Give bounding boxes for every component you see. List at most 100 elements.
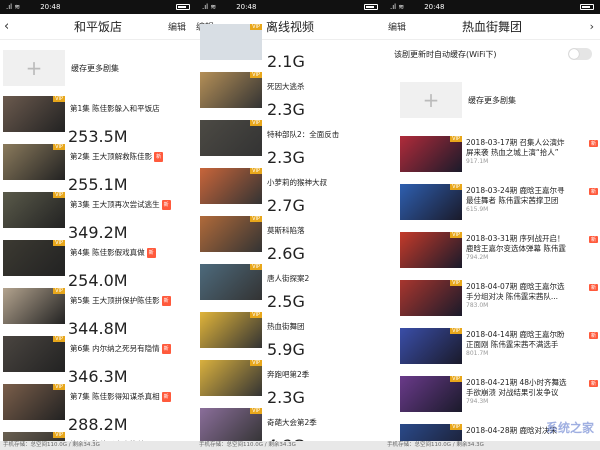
episode-title: 第2集 王大顶解救陈佳影新 bbox=[70, 152, 194, 162]
status-bar: .ıl ≋ 20:48 bbox=[0, 0, 196, 14]
video-thumbnail: VIP bbox=[200, 264, 262, 300]
episode-size: 783.0M bbox=[466, 302, 489, 309]
video-size: 2.1G bbox=[267, 52, 305, 71]
episode-title: 第5集 王大顶拼保护陈佳影新 bbox=[70, 296, 194, 306]
vip-badge: VIP bbox=[450, 232, 462, 238]
episode-title: 第6集 内尔纳之死另有隐情新 bbox=[70, 344, 194, 354]
video-thumbnail: VIP bbox=[200, 72, 262, 108]
status-time: 20:48 bbox=[40, 3, 61, 11]
storage-info: 手机存储：总空间110.0G / 剩余34.3G bbox=[196, 441, 384, 450]
video-size: 2.3G bbox=[267, 148, 305, 167]
video-thumbnail: VIP bbox=[200, 216, 262, 252]
video-size: 5.9G bbox=[267, 340, 305, 359]
new-badge: 新 bbox=[161, 296, 171, 306]
video-thumbnail: VIP bbox=[200, 24, 262, 60]
video-size: 2.6G bbox=[267, 244, 305, 263]
vip-badge: VIP bbox=[53, 144, 65, 150]
app-bar: ‹ 和平饭店 编辑 bbox=[0, 14, 196, 40]
vip-badge: VIP bbox=[450, 280, 462, 286]
cache-more-label: 缓存更多剧集 bbox=[468, 95, 516, 105]
list-item[interactable]: VIP 新 2018-03-31期 序列战开启！ 鹿晗王嘉尔变选体弹幕 陈伟霆 794.… bbox=[400, 232, 598, 276]
storage-info: 手机存储：总空间110.0G / 剩余34.3G bbox=[0, 441, 196, 450]
episode-thumbnail: VIP bbox=[3, 192, 65, 228]
new-badge: 新 bbox=[146, 248, 156, 258]
list-item[interactable]: VIP 新 2018-03-24期 鹿晗王嘉尔寻 最佳舞者 陈伟霆宋茜撑卫团 615.9… bbox=[400, 184, 598, 228]
episode-info: 2018-04-21期 48小时齐舞选 手欲崩溃 对战结果引发争议 794.3M bbox=[466, 376, 596, 420]
new-badge: 新 bbox=[161, 344, 171, 354]
signal-icon: .ıl ≋ bbox=[202, 3, 217, 11]
vip-badge: VIP bbox=[53, 432, 65, 438]
episode-info: 2018-03-17期 召集人公演炸 屏来袭 热血之城上演“拾人” 917.1M bbox=[466, 136, 596, 180]
status-bar: .ıl ≋ 20:48 bbox=[196, 0, 384, 14]
episode-title-line1: 2018-03-24期 鹿晗王嘉尔寻 bbox=[466, 186, 565, 195]
vip-badge: VIP bbox=[250, 24, 262, 30]
status-time: 20:48 bbox=[236, 3, 257, 11]
vip-badge: VIP bbox=[250, 312, 262, 318]
episode-info: 2018-04-14期 鹿晗王嘉尔盼 正面刚 陈伟霆宋茜不满选手 801.7M bbox=[466, 328, 596, 372]
new-badge: 新 bbox=[161, 392, 171, 402]
episode-size: 794.3M bbox=[466, 398, 489, 405]
video-size: 2.5G bbox=[267, 292, 305, 311]
episode-info: 2018-03-31期 序列战开启！ 鹿晗王嘉尔变选体弹幕 陈伟霆 794.2M bbox=[466, 232, 596, 276]
status-icons bbox=[176, 4, 190, 10]
vip-badge: VIP bbox=[53, 288, 65, 294]
episode-thumbnail: VIP bbox=[3, 240, 65, 276]
auto-cache-label: 该剧更新时自动缓存(WiFi下) bbox=[394, 49, 497, 59]
new-badge: 新 bbox=[161, 200, 171, 210]
episode-title-line1: 2018-04-14期 鹿晗王嘉尔盼 bbox=[466, 330, 565, 339]
vip-badge: VIP bbox=[450, 376, 462, 382]
status-icons bbox=[580, 4, 594, 10]
vip-badge: VIP bbox=[450, 424, 462, 430]
video-title: 唐人街探案2 bbox=[267, 274, 310, 283]
video-thumbnail: VIP bbox=[200, 120, 262, 156]
video-title: 小萝莉的猴神大叔 bbox=[267, 178, 327, 187]
episode-title-text: 第2集 王大顶解救陈佳影 bbox=[70, 152, 153, 161]
cache-more-row[interactable]: + 缓存更多剧集 bbox=[0, 46, 196, 90]
video-title: 特种部队2：全面反击 bbox=[267, 130, 340, 139]
storage-info: 手机存储：总空间110.0G / 剩余34.3G bbox=[384, 441, 600, 450]
episode-title-text: 第3集 王大顶再次尝试逃生 bbox=[70, 200, 160, 209]
episode-title-text: 第4集 陈佳影假戏真做 bbox=[70, 248, 145, 257]
list-item[interactable]: VIP 新 2018-04-07期 鹿晗王嘉尔选 手分组对决 陈伟霆宋茜队... 783… bbox=[400, 280, 598, 324]
episode-title-text: 第1集 陈佳影躲入和平饭店 bbox=[70, 104, 160, 113]
edit-button[interactable]: 编辑 bbox=[168, 20, 186, 33]
signal-icon: .ıl ≋ bbox=[6, 3, 21, 11]
video-size: 2.3G bbox=[267, 100, 305, 119]
episode-size: 794.2M bbox=[466, 254, 489, 261]
vip-badge: VIP bbox=[250, 360, 262, 366]
episode-title-line1: 2018-04-07期 鹿晗王嘉尔选 bbox=[466, 282, 565, 291]
video-thumbnail: VIP bbox=[200, 168, 262, 204]
episode-thumbnail: VIP bbox=[400, 136, 462, 172]
signal-icon: .ıl ≋ bbox=[390, 3, 405, 11]
new-badge: 新 bbox=[588, 284, 598, 291]
auto-cache-toggle[interactable] bbox=[568, 48, 592, 60]
video-thumbnail: VIP bbox=[200, 360, 262, 396]
episode-thumbnail: VIP bbox=[3, 96, 65, 132]
cache-more-row[interactable]: + 缓存更多剧集 bbox=[384, 78, 600, 122]
episode-title-line2: 手分组对决 陈伟霆宋茜队... bbox=[466, 292, 559, 301]
vip-badge: VIP bbox=[250, 168, 262, 174]
offline-videos-panel: .ıl ≋ 20:48 离线视频 编辑 VIP2.1GVIP死因大逃杀2.3GV… bbox=[196, 0, 384, 450]
list-item[interactable]: VIP 新 2018-03-17期 召集人公演炸 屏来袭 热血之城上演“拾人” 917.… bbox=[400, 136, 598, 180]
page-title: 热血街舞团 bbox=[461, 20, 522, 34]
series-detail-panel: .ıl ≋ 20:48 ‹ 和平饭店 编辑 + 缓存更多剧集 VIP 第1集 陈佳… bbox=[0, 0, 196, 450]
forward-icon[interactable]: › bbox=[590, 20, 594, 33]
auto-cache-row: 该剧更新时自动缓存(WiFi下) bbox=[384, 40, 600, 68]
episode-title-line1: 2018-03-31期 序列战开启！ bbox=[466, 234, 565, 243]
list-item[interactable]: VIP 新 2018-04-14期 鹿晗王嘉尔盼 正面刚 陈伟霆宋茜不满选手 801.7… bbox=[400, 328, 598, 372]
vip-badge: VIP bbox=[53, 384, 65, 390]
episode-title-line1: 2018-03-17期 召集人公演炸 bbox=[466, 138, 565, 147]
status-icons bbox=[364, 4, 378, 10]
plus-icon: + bbox=[3, 50, 65, 86]
video-size: 2.3G bbox=[267, 388, 305, 407]
app-bar: 编辑 热血街舞团 › bbox=[384, 14, 600, 40]
list-item[interactable]: VIP 新 2018-04-21期 48小时齐舞选 手欲崩溃 对战结果引发争议 794.… bbox=[400, 376, 598, 420]
video-title: 莫斯科陷落 bbox=[267, 226, 305, 235]
episode-info: 2018-04-07期 鹿晗王嘉尔选 手分组对决 陈伟霆宋茜队... 783.0M bbox=[466, 280, 596, 324]
cache-more-label: 缓存更多剧集 bbox=[71, 63, 119, 73]
episode-size: 615.9M bbox=[466, 206, 489, 213]
new-badge: 新 bbox=[588, 380, 598, 387]
episode-title: 第7集 陈佳影得知谋杀真相新 bbox=[70, 392, 194, 402]
vip-badge: VIP bbox=[250, 216, 262, 222]
video-size: 2.7G bbox=[267, 196, 305, 215]
